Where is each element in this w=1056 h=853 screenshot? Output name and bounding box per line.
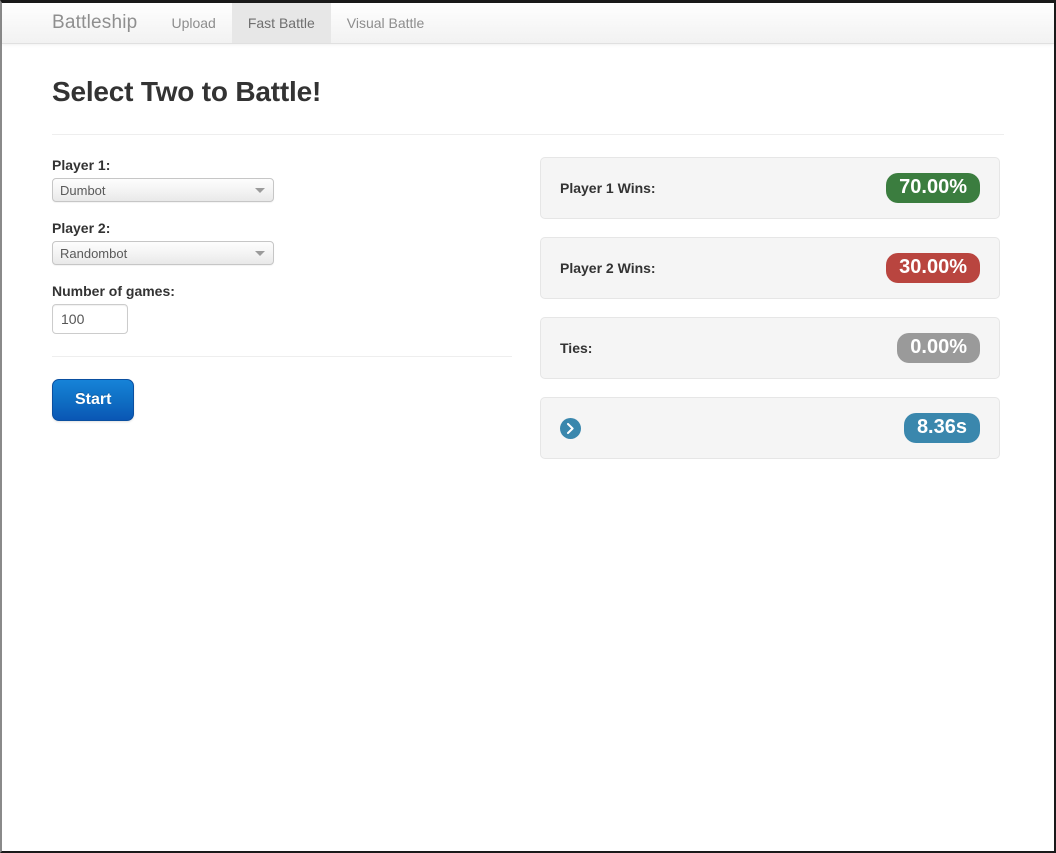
- navbar: Battleship Upload Fast Battle Visual Bat…: [2, 3, 1054, 44]
- nav-link-fast-battle[interactable]: Fast Battle: [231, 3, 331, 43]
- battle-form: Player 1: Dumbot Player 2: Randombot Num…: [52, 157, 518, 421]
- player1-wins-panel: Player 1 Wins: 70.00%: [540, 157, 1000, 219]
- player2-select[interactable]: Randombot: [52, 241, 274, 265]
- player1-wins-label: Player 1 Wins:: [560, 180, 656, 196]
- elapsed-time-badge: 8.36s: [903, 413, 980, 443]
- player1-group: Player 1: Dumbot: [52, 157, 518, 202]
- player2-wins-badge: 30.00%: [886, 253, 980, 283]
- nav-link-upload[interactable]: Upload: [155, 3, 231, 43]
- results-panel-group: Player 1 Wins: 70.00% Player 2 Wins: 30.…: [540, 157, 1000, 459]
- player2-wins-label: Player 2 Wins:: [560, 260, 656, 276]
- ties-badge: 0.00%: [897, 333, 980, 363]
- player1-label: Player 1:: [52, 157, 111, 173]
- player1-select-wrap: Dumbot: [52, 178, 274, 202]
- main-row: Player 1: Dumbot Player 2: Randombot Num…: [52, 135, 1004, 459]
- navbar-brand[interactable]: Battleship: [52, 3, 155, 43]
- player2-group: Player 2: Randombot: [52, 220, 518, 265]
- player2-label: Player 2:: [52, 220, 111, 236]
- number-of-games-label: Number of games:: [52, 283, 175, 299]
- start-button[interactable]: Start: [52, 379, 135, 421]
- browser-window: Battleship Upload Fast Battle Visual Bat…: [0, 0, 1056, 853]
- player1-wins-badge: 70.00%: [886, 173, 980, 203]
- number-of-games-input[interactable]: [52, 304, 128, 334]
- elapsed-time-panel: 8.36s: [540, 397, 1000, 459]
- page-title: Select Two to Battle!: [52, 76, 322, 107]
- ties-panel: Ties: 0.00%: [540, 317, 1000, 379]
- ties-label: Ties:: [560, 340, 593, 356]
- chevron-right-circle-icon: [560, 417, 581, 439]
- player2-select-wrap: Randombot: [52, 241, 274, 265]
- games-group: Number of games:: [52, 283, 518, 334]
- nav-link-visual-battle[interactable]: Visual Battle: [331, 3, 441, 43]
- player1-select[interactable]: Dumbot: [52, 178, 274, 202]
- page-content: Select Two to Battle! Player 1: Dumbot P…: [2, 44, 1054, 459]
- player2-wins-panel: Player 2 Wins: 30.00%: [540, 237, 1000, 299]
- form-divider: [52, 356, 512, 357]
